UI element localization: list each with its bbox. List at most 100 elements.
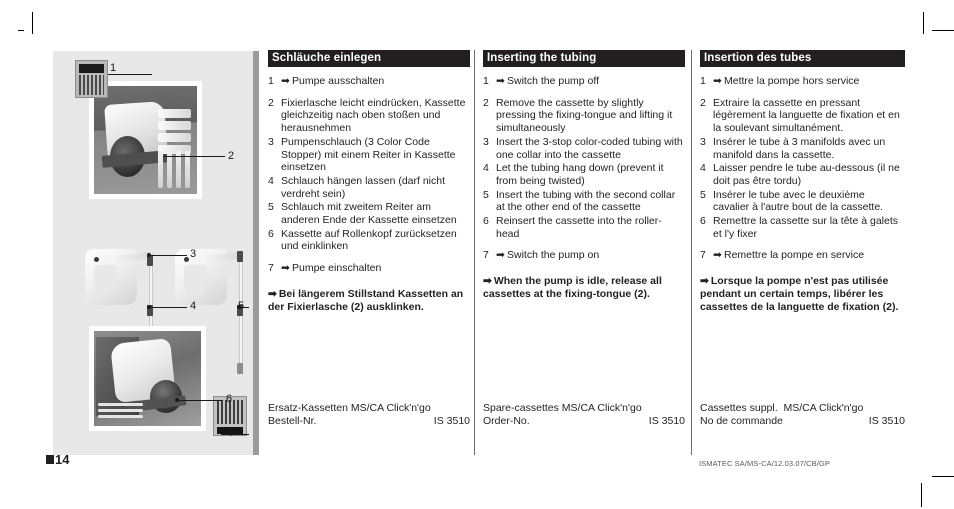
arrow-icon: ➡	[281, 75, 290, 87]
arrow-icon: ➡	[713, 75, 722, 87]
step-number: 4	[483, 162, 489, 175]
step-item: 1 ➡ Pumpe ausschalten	[268, 75, 470, 88]
step-number: 5	[700, 188, 706, 201]
callout-number-4: 4	[190, 300, 197, 312]
step-text: Kassette auf Rollenkopf zurücksetzen und…	[281, 227, 457, 253]
order-label: No de commande	[700, 415, 783, 427]
callout-number-2: 2	[228, 150, 235, 162]
step-item: 1 ➡ Switch the pump off	[483, 75, 685, 88]
steps-list-french: 1 ➡ Mettre la pompe hors service 2 Extra…	[700, 75, 902, 262]
order-number: IS 3510	[648, 415, 685, 427]
step-text: Remettre la pompe en service	[724, 249, 865, 262]
step-number: 5	[268, 201, 274, 214]
footer-imprint: ISMATEC SA/MS-CA/12.03.07/CB/GP	[699, 459, 830, 468]
step-text: Insert the 3-stop color-coded tubing wit…	[496, 135, 683, 161]
step-item: 7 ➡ Pumpe einschalten	[268, 262, 470, 275]
crop-mark-top-left-horizontal	[18, 30, 24, 31]
step-item: 7 ➡ Switch the pump on	[483, 249, 685, 262]
step-text: Insérer le tube à 3 manifolds avec un ma…	[713, 135, 886, 161]
step-number: 2	[483, 96, 489, 109]
step-number: 6	[700, 215, 706, 228]
photo-pump-rollerhead	[89, 326, 206, 431]
crop-mark-bottom-right-vertical	[921, 483, 922, 507]
column-french: Insertion des tubes 1 ➡ Mettre la pompe …	[700, 50, 905, 427]
arrow-icon: ➡	[483, 275, 492, 288]
step-item: 7 ➡ Remettre la pompe en service	[700, 249, 902, 262]
step-text: Fixierlasche leicht eindrücken, Kassette…	[281, 96, 466, 135]
steps-list-english: 1 ➡ Switch the pump off 2 Remove the cas…	[483, 75, 685, 262]
callout-line-1	[108, 74, 152, 75]
order-title: Cassettes suppl. MS/CA Click'n'go	[700, 402, 864, 414]
order-title: Spare-cassettes MS/CA Click'n'go	[483, 402, 642, 414]
step-number: 6	[483, 215, 489, 228]
figure-panel: 1 2 3 4 5 6 7	[53, 51, 259, 455]
arrow-icon: ➡	[281, 262, 290, 275]
order-number: IS 3510	[868, 415, 905, 427]
step-item: 4 Schlauch hängen lassen (darf nicht ver…	[268, 175, 470, 200]
page-number-marker-icon	[46, 455, 54, 464]
step-text: Schlauch mit zweitem Reiter am anderen E…	[281, 201, 457, 227]
step-text: Schlauch hängen lassen (darf nicht verdr…	[281, 174, 446, 200]
callout-dot-4	[147, 305, 151, 309]
column-divider-1	[474, 50, 475, 455]
step-text: Pumpenschlauch (3 Color Code Stopper) mi…	[281, 135, 456, 174]
order-block-german: Ersatz-Kassetten MS/CA Click'n'go Bestel…	[268, 402, 470, 428]
callout-dot-3	[147, 253, 151, 257]
section-heading-french: Insertion des tubes	[700, 50, 905, 67]
order-row: No de commande IS 3510	[700, 415, 905, 428]
callout-number-1: 1	[110, 62, 117, 74]
step-item: 6 Kassette auf Rollenkopf zurücksetzen u…	[268, 228, 470, 253]
order-label: Bestell-Nr.	[268, 415, 317, 427]
order-row: Bestell-Nr. IS 3510	[268, 415, 470, 428]
crop-mark-top-left-vertical	[32, 12, 33, 34]
crop-mark-top-right-vertical	[923, 12, 924, 34]
step-number: 3	[700, 135, 706, 148]
order-block-french: Cassettes suppl. MS/CA Click'n'go No de …	[700, 402, 905, 428]
manual-page: 1 2 3 4 5 6 7 Schläuche einlegen 1 ➡ Pum…	[0, 0, 954, 509]
page-number: 14	[46, 452, 69, 467]
crop-mark-bottom-right-horizontal	[932, 476, 954, 477]
step-item: 3 Insert the 3-stop color-coded tubing w…	[483, 136, 685, 161]
step-text: Remove the cassette by slightly pressing…	[496, 96, 673, 135]
step-text: Let the tubing hang down (prevent it fro…	[496, 162, 664, 187]
photo-power-switch-detail-top	[75, 60, 108, 98]
column-divider-2	[691, 50, 692, 455]
step-number: 1	[483, 75, 489, 87]
step-item: 6 Reinsert the cassette into the roller-…	[483, 215, 685, 240]
arrow-icon: ➡	[713, 249, 722, 262]
callout-number-3: 3	[190, 248, 197, 260]
step-number: 1	[268, 75, 274, 87]
step-number: 3	[268, 135, 274, 148]
section-heading-german: Schläuche einlegen	[268, 50, 470, 67]
step-item: 4 Let the tubing hang down (prevent it f…	[483, 162, 685, 187]
callout-line-2	[163, 156, 225, 157]
step-item: 4 Laisser pendre le tube au-dessous (il …	[700, 162, 902, 187]
steps-list-german: 1 ➡ Pumpe ausschalten 2 Fixierlasche lei…	[268, 75, 470, 275]
arrow-icon: ➡	[496, 75, 505, 87]
step-item: 3 Insérer le tube à 3 manifolds avec un …	[700, 136, 902, 161]
step-item: 3 Pumpenschlauch (3 Color Code Stopper) …	[268, 136, 470, 174]
callout-number-7: 7	[228, 427, 235, 439]
arrow-icon: ➡	[496, 249, 505, 262]
callout-line-4	[149, 307, 187, 308]
step-text: Insert the tubing with the second collar…	[496, 188, 676, 214]
order-row: Order-No. IS 3510	[483, 415, 685, 428]
step-number: 7	[700, 249, 706, 262]
section-heading-english: Inserting the tubing	[483, 50, 685, 67]
step-number: 7	[268, 262, 274, 275]
step-number: 2	[700, 96, 706, 109]
step-item: 2 Fixierlasche leicht eindrücken, Kasset…	[268, 97, 470, 135]
photo-rollerhead	[89, 81, 202, 199]
step-text: Laisser pendre le tube au-dessous (il ne…	[713, 162, 900, 187]
step-number: 5	[483, 188, 489, 201]
note-french: ➡ Lorsque la pompe n'est pas utilisée pen…	[700, 275, 902, 313]
step-number: 7	[483, 249, 489, 262]
order-block-english: Spare-cassettes MS/CA Click'n'go Order-N…	[483, 402, 685, 428]
arrow-icon: ➡	[268, 287, 277, 300]
page-number-text: 14	[55, 452, 70, 467]
step-number: 4	[700, 162, 706, 175]
callout-line-3	[149, 255, 187, 256]
callout-number-6: 6	[226, 393, 233, 405]
step-text: Remettre la cassette sur la tête à galet…	[713, 215, 899, 240]
column-english: Inserting the tubing 1 ➡ Switch the pump…	[483, 50, 685, 427]
